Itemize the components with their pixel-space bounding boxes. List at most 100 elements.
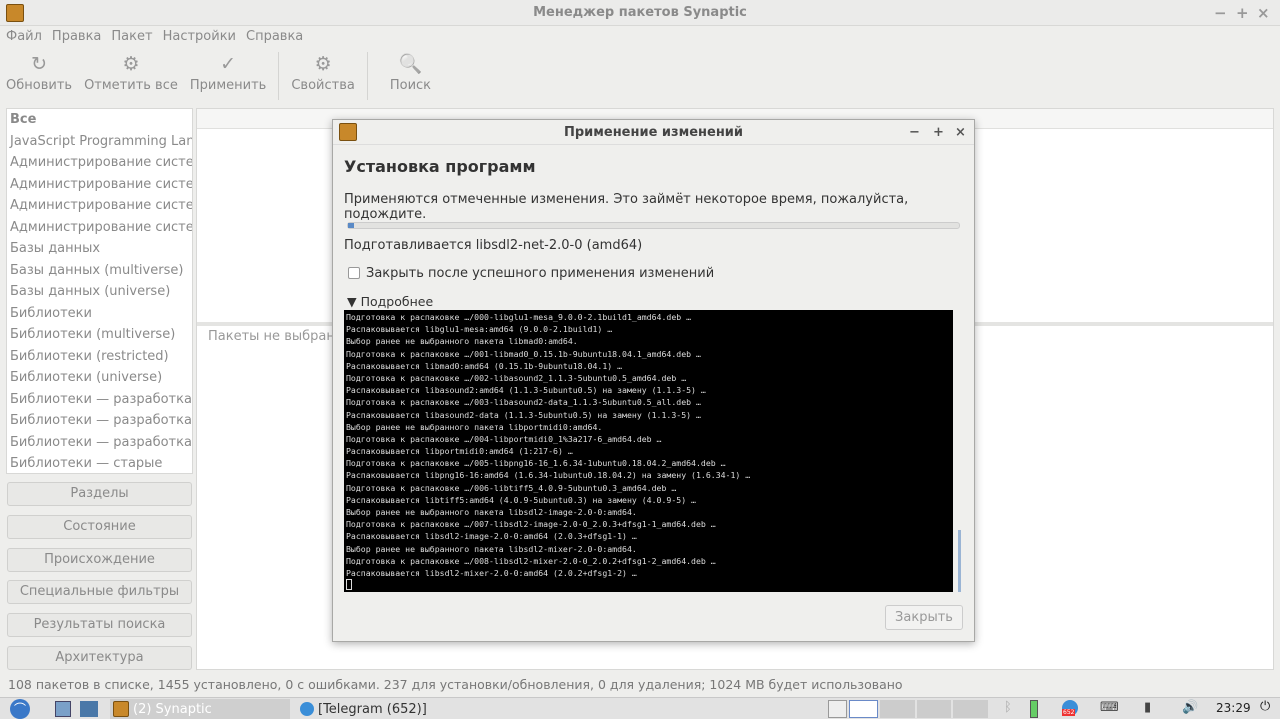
toolbar-separator [366,52,368,100]
section-item[interactable]: Библиотеки [7,303,192,325]
section-item[interactable]: Библиотеки — разработка ( [7,410,192,432]
terminal-line: Распаковывается libpng16-16:amd64 (1.6.3… [346,470,751,481]
section-item[interactable]: Администрирование систем [7,195,192,217]
volume-icon[interactable]: 🔊 [1182,700,1198,715]
start-menu-icon[interactable]: ⌒ [10,699,30,719]
telegram-tray-icon[interactable]: 652 [1062,700,1078,716]
apply-button[interactable]: ✓ Применить [184,50,272,104]
section-item[interactable]: Библиотеки (multiverse) [7,324,192,346]
section-list: Все JavaScript Programming Lang Администри… [6,108,193,474]
filter-button[interactable]: Состояние [7,514,192,539]
synaptic-app-icon [339,123,357,141]
terminal-line: Распаковывается libtiff5:amd64 (4.0.9-5u… [346,494,696,505]
filter-button[interactable]: Разделы [7,482,192,506]
workspace-1[interactable] [828,700,848,718]
telegram-badge: 652 [1062,709,1076,716]
terminal-output[interactable]: Подготовка к распаковке …/000-libglu1-me… [344,310,953,592]
toolbar-separator [278,52,280,100]
section-item[interactable]: Базы данных [7,238,192,260]
minimize-button[interactable]: − [1214,0,1227,26]
terminal-line: Распаковывается libmad0:amd64 (0.15.1b-9… [346,360,623,371]
dialog-close-button[interactable]: × [955,120,966,145]
filter-button[interactable]: Специальные фильтры [7,580,192,605]
terminal-line: Распаковывается libsdl2-mixer-2.0-0:amd6… [346,567,637,578]
power-icon[interactable]: ⏻ [1260,699,1270,714]
workspace-4[interactable] [916,700,952,718]
section-item[interactable]: Базы данных (universe) [7,281,192,303]
menu-settings[interactable]: Настройки [163,26,236,48]
search-button[interactable]: 🔍 Поиск [374,50,447,104]
progress-fill [348,223,355,228]
close-after-label[interactable]: Закрыть после успешного применения измен… [366,266,714,281]
bluetooth-icon[interactable]: ᛒ [1004,700,1012,715]
close-after-checkbox[interactable] [348,267,360,279]
dialog-maximize-button[interactable]: + [933,120,944,145]
section-item[interactable]: Все [7,109,192,131]
reload-button[interactable]: ↻ Обновить [0,50,78,104]
clock[interactable]: 23:29 [1216,701,1251,715]
menu-package[interactable]: Пакет [111,26,152,48]
section-item[interactable]: Администрирование систем [7,217,192,239]
check-icon: ✓ [220,53,237,75]
section-item[interactable]: Администрирование систем [7,152,192,174]
dialog-titlebar: Применение изменений − + × [333,120,974,145]
section-item[interactable]: Библиотеки (restricted) [7,346,192,368]
mark-all-button[interactable]: ⚙ Отметить все [78,50,184,104]
menu-edit[interactable]: Правка [52,26,101,48]
terminal-line: Распаковывается libasound2-data (1.1.3-5… [346,409,701,420]
menu-file[interactable]: Файл [6,26,42,48]
expander-arrow-icon: ▼ [347,294,361,309]
telegram-icon [300,702,314,716]
section-item[interactable]: Библиотеки — разработка ( [7,432,192,454]
properties-button[interactable]: ⚙ Свойства [285,50,361,104]
synaptic-task-icon [113,701,129,717]
status-bar: 108 пакетов в списке, 1455 установлено, … [8,677,903,692]
reload-icon: ↻ [31,53,47,75]
details-expander[interactable]: ▼ Подробнее [347,294,433,309]
terminal-line: Подготовка к распаковке …/001-libmad0_0.… [346,348,701,359]
workspace-3[interactable] [880,700,915,718]
filter-button[interactable]: Происхождение [7,547,192,572]
workspace-pager[interactable] [828,700,988,718]
battery-icon[interactable] [1030,700,1038,718]
terminal-line: Подготовка к распаковке …/007-libsdl2-im… [346,519,716,530]
section-item[interactable]: JavaScript Programming Lang [7,131,192,153]
menu-help[interactable]: Справка [246,26,303,48]
terminal-scrollbar[interactable] [958,530,961,592]
task-telegram-label: [Telegram (652)] [318,701,427,717]
terminal-line: Распаковывается libglu1-mesa:amd64 (9.0.… [346,324,613,335]
dialog-close-action-button[interactable]: Закрыть [885,605,963,630]
section-item[interactable]: Библиотеки — разработка [7,389,192,411]
close-button[interactable]: × [1257,0,1270,26]
terminal-line: Выбор ранее не выбранного пакета libmad0… [346,336,578,347]
terminal-line: Подготовка к распаковке …/005-libpng16-1… [346,458,726,469]
section-item[interactable]: Библиотеки — старые [7,453,192,473]
terminal-line: Распаковывается libasound2:amd64 (1.1.3-… [346,385,706,396]
section-item[interactable]: Администрирование систем [7,174,192,196]
terminal-line: Подготовка к распаковке …/003-libasound2… [346,397,701,408]
terminal-line: Выбор ранее не выбранного пакета libport… [346,421,603,432]
synaptic-app-icon [6,4,24,22]
task-synaptic[interactable]: (2) Synaptic [110,699,290,719]
taskbar: ⌒ (2) Synaptic [Telegram (652)] ᛒ 652 ⌨ … [0,697,1280,719]
workspace-2[interactable] [849,700,879,718]
reload-label: Обновить [6,78,73,93]
network-icon[interactable]: ▮ [1144,700,1151,715]
task-telegram[interactable]: [Telegram (652)] [300,699,480,719]
terminal-cursor [346,579,352,591]
keyboard-icon[interactable]: ⌨ [1100,700,1119,715]
filter-button[interactable]: Архитектура [7,646,192,670]
section-item[interactable]: Библиотеки (universe) [7,367,192,389]
file-manager-icon[interactable] [55,701,71,717]
details-label: Подробнее [360,294,434,309]
filter-button[interactable]: Результаты поиска [7,613,192,638]
section-item[interactable]: Базы данных (multiverse) [7,260,192,282]
terminal-line: Подготовка к распаковке …/000-libglu1-me… [346,312,692,322]
search-label: Поиск [389,78,432,93]
dialog-minimize-button[interactable]: − [909,120,920,145]
dialog-heading: Установка программ [344,157,536,176]
workspace-5[interactable] [953,700,988,718]
desktop-icon[interactable] [80,701,98,717]
maximize-button[interactable]: + [1236,0,1249,26]
window-titlebar: Менеджер пакетов Synaptic − + × [0,0,1280,26]
